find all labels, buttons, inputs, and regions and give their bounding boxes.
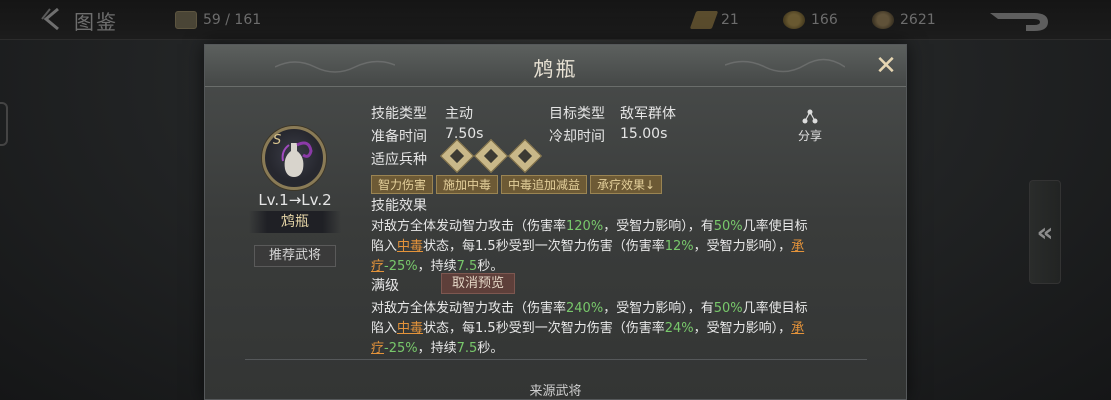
target-type-value: 敌军群体 <box>620 106 676 122</box>
poison-link[interactable]: 中毒 <box>397 239 423 254</box>
token-resource[interactable]: 21 <box>689 9 739 31</box>
gem-icon <box>872 11 894 29</box>
page-title: 图鉴 <box>74 10 118 34</box>
divider <box>245 359 867 360</box>
share-label: 分享 <box>797 129 822 143</box>
modal-header: 鸩瓶 ✕ <box>205 45 906 87</box>
max-effect-line-2: 陷入中毒状态，每1.5秒受到一次智力伤害（伤害率24%，受智力影响），承 <box>371 321 805 336</box>
heal-reduction-link[interactable]: 承 <box>791 321 804 336</box>
token-value: 21 <box>721 12 739 28</box>
max-level-label: 满级 <box>371 278 399 294</box>
skill-tags: 智力伤害 施加中毒 中毒追加减益 承疗效果↓ <box>371 175 663 194</box>
heal-reduction-link[interactable]: 承 <box>791 239 804 254</box>
cooldown-value: 15.00s <box>620 126 668 142</box>
skill-detail-modal: 鸩瓶 ✕ S Lv.1→Lv.2 鸩瓶 推荐武将 技能类型 主动 目标类型 敌军… <box>204 44 907 400</box>
max-effect-line-3: 疗-25%，持续7.5秒。 <box>371 341 504 356</box>
copper-resource[interactable]: 166 <box>783 9 838 31</box>
tag-heal-reduction[interactable]: 承疗效果↓ <box>590 175 663 194</box>
recommend-generals-button[interactable]: 推荐武将 <box>254 245 336 267</box>
gem-value: 2621 <box>900 12 936 28</box>
heal-reduction-link[interactable]: 疗 <box>371 341 384 356</box>
copper-value: 166 <box>811 12 838 28</box>
top-bar: 图鉴 59 / 161 21 166 2621 <box>0 0 1111 40</box>
collection-icon <box>175 11 197 29</box>
skill-name: 鸩瓶 <box>249 211 341 233</box>
poison-link[interactable]: 中毒 <box>397 321 423 336</box>
max-effect-line-1: 对敌方全体发动智力攻击（伤害率240%，受智力影响），有50%几率使目标 <box>371 301 808 316</box>
back-arrow-icon[interactable] <box>40 6 68 32</box>
source-generals-label: 来源武将 <box>529 384 582 399</box>
tag-int-damage[interactable]: 智力伤害 <box>371 175 434 194</box>
spear-troop-icon[interactable] <box>440 139 474 173</box>
exit-icon[interactable] <box>988 9 1054 33</box>
effect-line-2: 陷入中毒状态，每1.5秒受到一次智力伤害（伤害率12%，受智力影响），承 <box>371 239 805 254</box>
skill-grade-letter: S <box>273 133 282 148</box>
tag-poison-debuff[interactable]: 中毒追加减益 <box>501 175 588 194</box>
skill-level: Lv.1→Lv.2 <box>258 191 332 209</box>
heal-reduction-link[interactable]: 疗 <box>371 259 384 274</box>
share-button[interactable]: 分享 <box>795 109 825 144</box>
collection-count: 59 / 161 <box>175 9 261 31</box>
target-type-label: 目标类型 <box>549 106 605 122</box>
skill-emblem: S <box>262 126 326 190</box>
cavalry-troop-icon[interactable] <box>474 139 508 173</box>
gem-resource[interactable]: 2621 <box>872 9 936 31</box>
collection-count-value: 59 / 161 <box>203 12 262 28</box>
archer-troop-icon[interactable] <box>508 139 542 173</box>
skill-type-label: 技能类型 <box>371 106 427 122</box>
effect-section-label: 技能效果 <box>371 198 427 214</box>
cancel-preview-button[interactable]: 取消预览 <box>441 273 515 294</box>
cooldown-label: 冷却时间 <box>549 129 605 145</box>
left-panel-handle[interactable] <box>0 102 8 146</box>
skill-type-value: 主动 <box>445 106 473 122</box>
close-icon[interactable]: ✕ <box>871 51 901 81</box>
troop-types-label: 适应兵种 <box>371 152 427 168</box>
copper-coin-icon <box>783 11 805 29</box>
token-icon <box>689 11 719 29</box>
prepare-time-value: 7.50s <box>445 126 484 142</box>
expand-panel-icon[interactable]: « <box>1029 180 1061 284</box>
prepare-time-label: 准备时间 <box>371 129 427 145</box>
effect-line-1: 对敌方全体发动智力攻击（伤害率120%，受智力影响），有50%几率使目标 <box>371 219 808 234</box>
tag-apply-poison[interactable]: 施加中毒 <box>436 175 499 194</box>
cloud-ornament-icon <box>725 58 845 73</box>
share-icon <box>802 109 818 124</box>
